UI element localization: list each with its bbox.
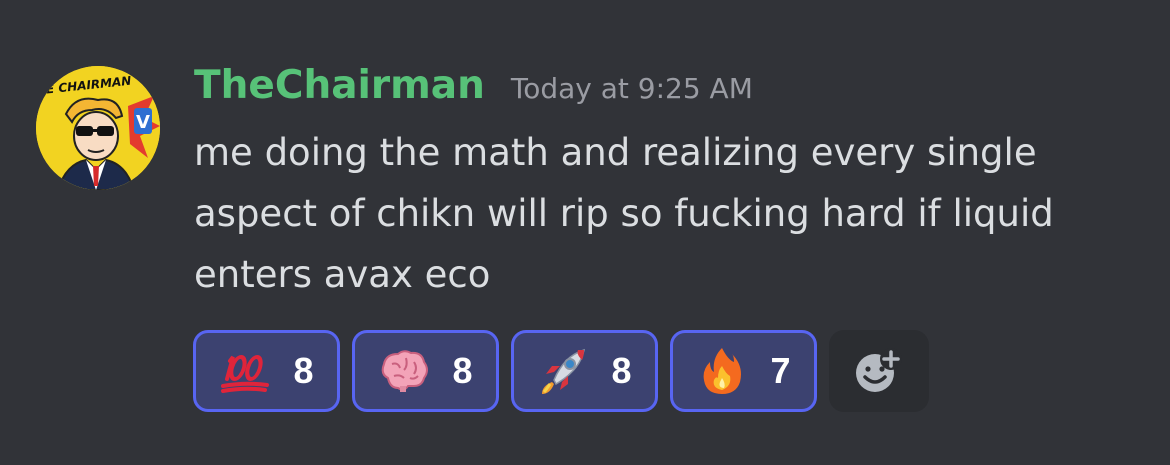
reaction-count: 7 — [770, 350, 791, 391]
username[interactable]: TheChairman — [194, 60, 485, 112]
fire-icon — [696, 345, 748, 397]
reaction-count: 8 — [452, 350, 473, 391]
message-header: TheChairman Today at 9:25 AM — [194, 60, 753, 115]
rocket-icon — [537, 345, 589, 397]
add-reaction-button[interactable] — [829, 330, 929, 412]
svg-text:V: V — [136, 112, 150, 133]
hundred-points-icon — [219, 345, 271, 397]
reaction-rocket[interactable]: 8 — [511, 330, 658, 412]
reaction-count: 8 — [611, 350, 632, 391]
chat-message: V THE CHAIRMAN TheChairman Today at 9:25… — [0, 0, 1170, 465]
message-content: me doing the math and realizing every si… — [194, 131, 1054, 296]
reaction-count: 8 — [293, 350, 314, 391]
brain-icon — [378, 345, 430, 397]
add-reaction-icon — [856, 348, 902, 392]
reaction-hundred-points[interactable]: 8 — [193, 330, 340, 412]
user-avatar[interactable]: V THE CHAIRMAN — [36, 66, 160, 190]
reaction-brain[interactable]: 8 — [352, 330, 499, 412]
the-chairman-avatar-icon: V THE CHAIRMAN — [36, 66, 160, 190]
reactions-bar: 8 8 8 7 — [193, 330, 929, 412]
timestamp[interactable]: Today at 9:25 AM — [511, 63, 753, 115]
reaction-fire[interactable]: 7 — [670, 330, 817, 412]
